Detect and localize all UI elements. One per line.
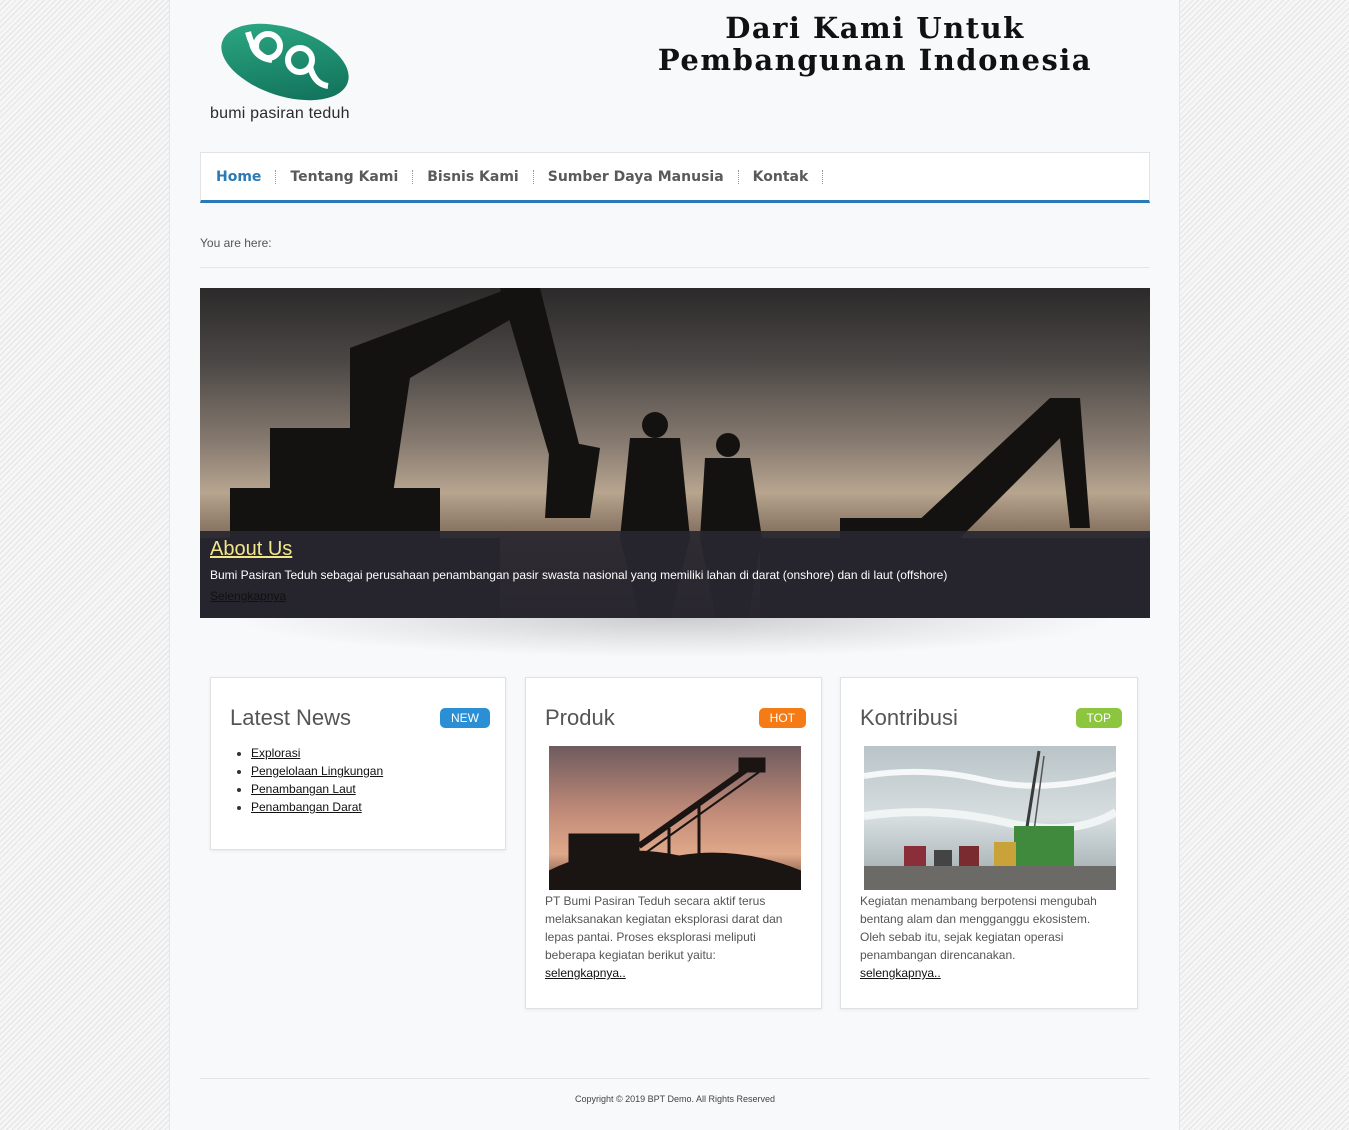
tagline-line-2: Pembangunan Indonesia: [657, 43, 1093, 77]
kontribusi-box: Kontribusi TOP Kegiatan menambang berpot…: [840, 677, 1138, 1009]
produk-box: Produk HOT PT Bumi Pasiran Teduh secara …: [525, 677, 822, 1009]
produk-image: [549, 746, 801, 890]
new-badge: NEW: [440, 708, 490, 728]
breadcrumb-divider: [200, 267, 1150, 268]
hero-slider[interactable]: About Us Bumi Pasiran Teduh sebagai peru…: [200, 288, 1150, 618]
footer-divider: [200, 1078, 1150, 1079]
slider-more-link[interactable]: Selengkapnya: [210, 589, 1140, 603]
list-item: Pengelolaan Lingkungan: [251, 762, 383, 780]
logo-text: bumi pasiran teduh: [210, 105, 350, 122]
produk-more-link[interactable]: selengkapnya..: [545, 964, 797, 982]
slider-shadow: [230, 618, 1120, 658]
nav-item-tentang-kami[interactable]: Tentang Kami: [276, 169, 414, 184]
top-badge: TOP: [1075, 708, 1122, 728]
produk-text: PT Bumi Pasiran Teduh secara aktif terus…: [545, 894, 783, 962]
bp-logo-icon: [221, 23, 349, 101]
news-link-penambangan-laut[interactable]: Penambangan Laut: [251, 782, 356, 796]
produk-text-block: PT Bumi Pasiran Teduh secara aktif terus…: [545, 892, 797, 982]
nav-item-home[interactable]: Home: [202, 169, 277, 184]
tagline-line-1: Dari Kami Untuk: [725, 11, 1025, 45]
kontribusi-more-link[interactable]: selengkapnya..: [860, 964, 1112, 982]
nav-item-bisnis-kami[interactable]: Bisnis Kami: [413, 169, 534, 184]
news-link-explorasi[interactable]: Explorasi: [251, 746, 300, 760]
latest-news-box: Latest News NEW Explorasi Pengelolaan Li…: [210, 677, 506, 850]
slider-title-link[interactable]: About Us: [210, 538, 1140, 561]
list-item: Explorasi: [251, 744, 383, 762]
latest-news-title: Latest News: [230, 705, 352, 730]
kontribusi-image: [864, 746, 1116, 890]
news-list: Explorasi Pengelolaan Lingkungan Penamba…: [232, 744, 383, 816]
list-item: Penambangan Darat: [251, 798, 383, 816]
news-link-pengelolaan-lingkungan[interactable]: Pengelolaan Lingkungan: [251, 764, 383, 778]
drilling-rig-image: [864, 746, 1116, 890]
page-container: bumi pasiran teduh Dari Kami Untuk Pemba…: [169, 0, 1180, 1130]
breadcrumb: You are here:: [200, 236, 272, 250]
hot-badge: HOT: [758, 708, 806, 728]
kontribusi-text: Kegiatan menambang berpotensi mengubah b…: [860, 894, 1097, 962]
conveyor-sunset-image: [549, 746, 801, 890]
kontribusi-text-block: Kegiatan menambang berpotensi mengubah b…: [860, 892, 1112, 982]
produk-title: Produk: [545, 705, 615, 730]
news-link-penambangan-darat[interactable]: Penambangan Darat: [251, 800, 362, 814]
nav-item-kontak[interactable]: Kontak: [739, 169, 824, 184]
slider-caption: About Us Bumi Pasiran Teduh sebagai peru…: [200, 531, 1150, 618]
site-tagline: Dari Kami Untuk Pembangunan Indonesia: [610, 12, 1140, 76]
list-item: Penambangan Laut: [251, 780, 383, 798]
nav-item-sumber-daya-manusia[interactable]: Sumber Daya Manusia: [534, 169, 739, 184]
main-nav: Home Tentang Kami Bisnis Kami Sumber Day…: [200, 152, 1150, 203]
slider-description: Bumi Pasiran Teduh sebagai perusahaan pe…: [210, 568, 948, 582]
kontribusi-title: Kontribusi: [860, 705, 958, 730]
footer-copyright: Copyright © 2019 BPT Demo. All Rights Re…: [574, 1094, 776, 1104]
